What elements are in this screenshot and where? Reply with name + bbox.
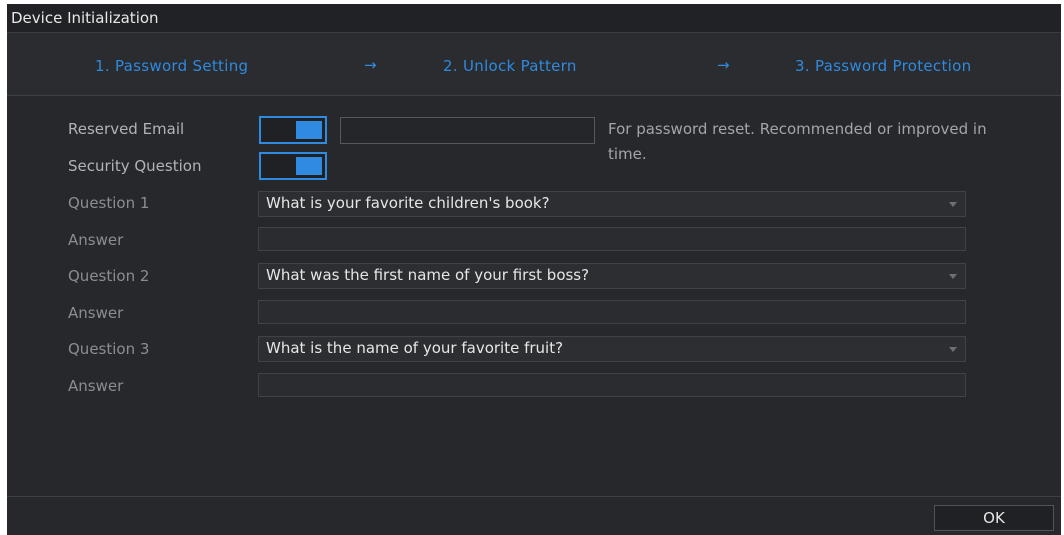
answer-1-label: Answer <box>68 231 124 249</box>
right-arrow-icon: → <box>364 56 377 74</box>
ok-button[interactable]: OK <box>934 505 1054 531</box>
dropdown-caret-icon <box>949 202 957 207</box>
question-3-select[interactable]: What is the name of your favorite fruit? <box>258 336 966 362</box>
step-password-setting: 1. Password Setting <box>95 57 249 75</box>
reserved-email-toggle[interactable] <box>259 116 327 144</box>
toggle-knob <box>296 121 322 139</box>
wizard-steps: 1. Password Setting → 2. Unlock Pattern … <box>7 33 1061 96</box>
step-password-protection: 3. Password Protection <box>795 57 972 75</box>
dropdown-caret-icon <box>949 274 957 279</box>
question-1-label: Question 1 <box>68 194 150 212</box>
dropdown-caret-icon <box>949 347 957 352</box>
answer-1-input[interactable] <box>258 227 966 251</box>
answer-2-label: Answer <box>68 304 124 322</box>
device-init-window: Device Initialization 1. Password Settin… <box>7 4 1061 535</box>
question-1-value: What is your favorite children's book? <box>266 194 550 212</box>
question-3-value: What is the name of your favorite fruit? <box>266 339 564 357</box>
answer-2-input[interactable] <box>258 300 966 324</box>
security-question-label: Security Question <box>68 157 202 175</box>
question-3-label: Question 3 <box>68 340 150 358</box>
toggle-knob <box>296 157 322 175</box>
footer-bar: OK <box>7 496 1061 535</box>
title-bar: Device Initialization <box>7 4 1061 33</box>
password-reset-hint: For password reset. Recommended or impro… <box>608 120 987 163</box>
answer-3-input[interactable] <box>258 373 966 397</box>
answer-3-label: Answer <box>68 377 124 395</box>
reserved-email-label: Reserved Email <box>68 120 185 138</box>
window-title: Device Initialization <box>11 9 159 27</box>
question-1-select[interactable]: What is your favorite children's book? <box>258 191 966 217</box>
question-2-value: What was the first name of your first bo… <box>266 266 590 284</box>
security-question-toggle[interactable] <box>259 152 327 180</box>
step-unlock-pattern: 2. Unlock Pattern <box>443 57 577 75</box>
reserved-email-input[interactable] <box>340 117 595 144</box>
question-2-select[interactable]: What was the first name of your first bo… <box>258 263 966 289</box>
right-arrow-icon: → <box>717 56 730 74</box>
question-2-label: Question 2 <box>68 267 150 285</box>
